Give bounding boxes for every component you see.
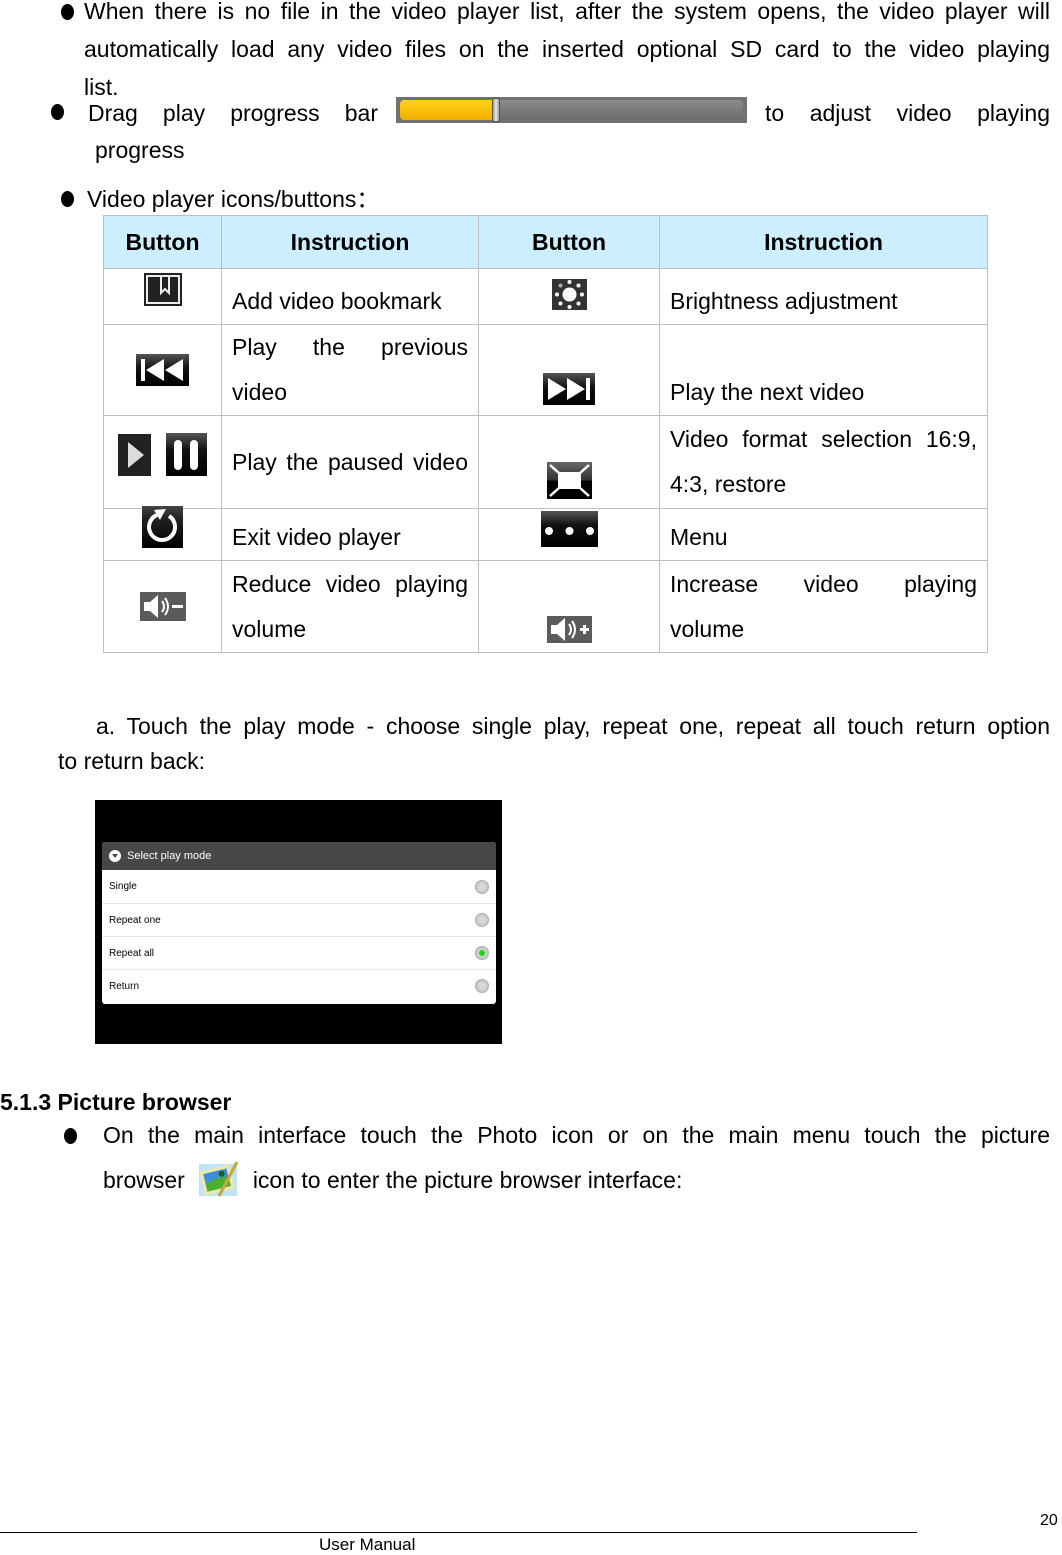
menu-icon bbox=[540, 511, 598, 547]
instruction-cell: Video format selection 16:9, 4:3, restor… bbox=[659, 415, 988, 509]
progress-text-after: to adjust video playing bbox=[765, 100, 1050, 126]
icons-heading: Video player icons/buttons： bbox=[87, 186, 380, 212]
progress-fill bbox=[400, 100, 497, 120]
step-a-line-1: a. Touch the play mode - choose single p… bbox=[96, 713, 1050, 739]
volume-up-icon bbox=[546, 616, 592, 643]
table-row: Play the paused video Video format selec… bbox=[103, 415, 988, 509]
step-a-line-2: to return back: bbox=[58, 748, 206, 774]
option-label: Single bbox=[109, 881, 137, 892]
instruction-cell: Play the previous video bbox=[221, 324, 479, 416]
option-label: Repeat all bbox=[109, 947, 155, 959]
table-row: Play the previous video Play the next vi… bbox=[103, 324, 988, 416]
play-mode-screenshot: Select play mode Single Repeat one Repeat … bbox=[95, 800, 502, 1044]
instruction-cell: Play the paused video bbox=[221, 415, 479, 509]
bookmark-icon bbox=[143, 273, 182, 306]
instruction-cell: Brightness adjustment bbox=[659, 268, 988, 325]
table-row: Reduce video playing volume Increase vid… bbox=[103, 560, 988, 653]
pause-icon bbox=[165, 433, 207, 476]
option-label: Repeat one bbox=[109, 914, 161, 926]
previous-icon bbox=[136, 354, 189, 386]
header-button-2: Button bbox=[478, 215, 660, 269]
play-mode-option[interactable]: Repeat one bbox=[102, 903, 496, 936]
exit-icon bbox=[142, 506, 183, 548]
aspect-ratio-icon bbox=[546, 462, 592, 499]
page-number: 20 bbox=[1040, 1512, 1058, 1529]
dropdown-circle-icon bbox=[109, 850, 121, 862]
bullet-dot bbox=[61, 191, 74, 207]
table-row: Add video bookmark Brightness adjustment bbox=[103, 268, 988, 325]
option-label: Return bbox=[109, 980, 140, 992]
volume-down-icon bbox=[139, 592, 186, 622]
header-button-1: Button bbox=[103, 215, 222, 269]
intro-line-2: automatically load any video files on th… bbox=[84, 36, 1050, 62]
bullet-dot bbox=[51, 104, 64, 120]
table-row: Exit video player Menu bbox=[103, 506, 988, 561]
bullet-dot bbox=[64, 1128, 77, 1144]
video-player-buttons-table: Button Instruction Button Instruction Ad… bbox=[103, 215, 988, 653]
play-progress-bar[interactable] bbox=[396, 97, 747, 123]
play-mode-option[interactable]: Single bbox=[102, 870, 496, 903]
instruction-cell: Increase video playing volume bbox=[659, 560, 988, 653]
next-icon bbox=[543, 373, 595, 405]
header-instruction-2: Instruction bbox=[659, 215, 988, 269]
instruction-cell: Exit video player bbox=[221, 508, 479, 561]
select-play-mode-dialog: Select play mode Single Repeat one Repeat … bbox=[102, 842, 496, 1004]
progress-thumb[interactable] bbox=[492, 98, 501, 122]
radio-button[interactable] bbox=[475, 946, 489, 960]
header-instruction-1: Instruction bbox=[221, 215, 479, 269]
picture-browser-line-1: On the main interface touch the Photo ic… bbox=[103, 1122, 1050, 1148]
instruction-cell: Reduce video playing volume bbox=[221, 560, 479, 653]
dialog-options: Single Repeat one Repeat all Return bbox=[102, 870, 496, 1002]
progress-text-before: Drag play progress bar bbox=[88, 100, 378, 126]
intro-paragraph: When there is no file in the video playe… bbox=[84, 0, 1050, 106]
radio-button[interactable] bbox=[475, 979, 489, 993]
radio-button[interactable] bbox=[475, 913, 489, 927]
footer-divider bbox=[0, 1532, 917, 1533]
progress-track bbox=[400, 98, 743, 122]
play-mode-option[interactable]: Repeat all bbox=[102, 936, 496, 969]
radio-button[interactable] bbox=[475, 879, 489, 894]
instruction-cell: Menu bbox=[659, 508, 988, 561]
play-mode-option[interactable]: Return bbox=[102, 969, 496, 1002]
step-a-paragraph: a. Touch the play mode - choose single p… bbox=[58, 709, 1050, 779]
picture-browser-icon bbox=[197, 1160, 241, 1200]
dialog-title: Select play mode bbox=[127, 850, 212, 862]
table-header-row: Button Instruction Button Instruction bbox=[103, 215, 988, 269]
progress-text-line2: progress bbox=[95, 137, 185, 163]
footer-label: User Manual bbox=[319, 1535, 416, 1554]
instruction-cell: Play the next video bbox=[659, 324, 988, 416]
instruction-cell: Add video bookmark bbox=[221, 268, 479, 325]
bullet-dot bbox=[61, 4, 74, 20]
brightness-icon bbox=[551, 279, 587, 310]
play-icon bbox=[118, 433, 152, 476]
section-heading: 5.1.3 Picture browser bbox=[0, 1089, 232, 1115]
intro-line-1: When there is no file in the video playe… bbox=[84, 0, 1050, 24]
picture-browser-line-2: browser icon to enter the picture browse… bbox=[103, 1160, 682, 1200]
dialog-header: Select play mode bbox=[102, 842, 496, 870]
